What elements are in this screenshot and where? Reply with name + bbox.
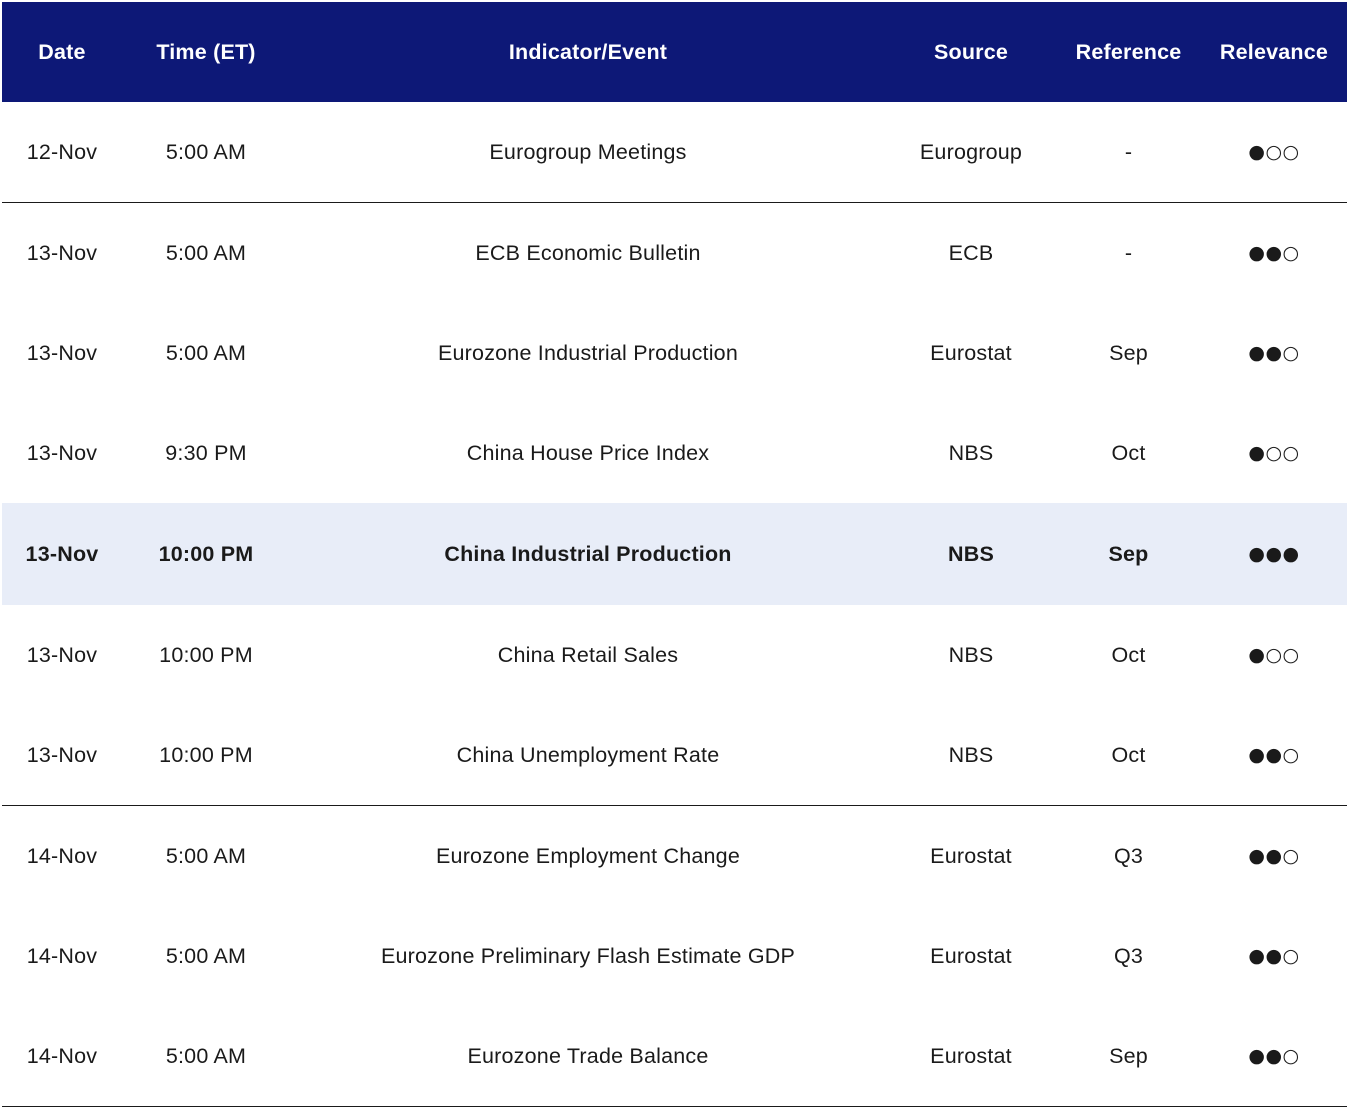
source-cell: Eurostat bbox=[930, 340, 1012, 365]
event-cell: ECB Economic Bulletin bbox=[475, 240, 701, 265]
source-cell: Eurostat bbox=[930, 943, 1012, 968]
date-cell: 13-Nov bbox=[26, 642, 98, 667]
table-row: 13-Nov 5:00 AM Eurozone Industrial Produ… bbox=[2, 303, 1347, 403]
table-row: 13-Nov 9:30 PM China House Price Index N… bbox=[2, 403, 1347, 503]
economic-calendar-table: Date Time (ET) Indicator/Event Source Re… bbox=[2, 2, 1347, 1107]
time-cell: 5:00 AM bbox=[165, 340, 247, 365]
event-cell: Eurozone Preliminary Flash Estimate GDP bbox=[380, 943, 796, 968]
table-row: 12-Nov 5:00 AM Eurogroup Meetings Eurogr… bbox=[2, 102, 1347, 203]
reference-cell: - bbox=[1124, 139, 1133, 164]
relevance-dots: ●●○ bbox=[1248, 1045, 1300, 1067]
event-cell: Eurogroup Meetings bbox=[489, 139, 687, 164]
reference-cell: Q3 bbox=[1113, 843, 1144, 868]
column-header-relevance: Relevance bbox=[1219, 39, 1329, 64]
relevance-dots: ●●○ bbox=[1248, 845, 1300, 867]
relevance-dots: ●○○ bbox=[1248, 442, 1300, 464]
date-cell: 12-Nov bbox=[26, 139, 98, 164]
time-cell: 10:00 PM bbox=[158, 541, 254, 566]
date-cell: 13-Nov bbox=[26, 742, 98, 767]
relevance-dots: ●●○ bbox=[1248, 342, 1300, 364]
date-cell: 13-Nov bbox=[25, 541, 99, 566]
source-cell: NBS bbox=[948, 742, 994, 767]
table-row: 13-Nov 5:00 AM ECB Economic Bulletin ECB… bbox=[2, 203, 1347, 303]
time-cell: 10:00 PM bbox=[159, 642, 253, 667]
source-cell: Eurogroup bbox=[919, 139, 1023, 164]
column-header-time: Time (ET) bbox=[156, 39, 256, 64]
source-cell: NBS bbox=[948, 440, 994, 465]
event-cell: China Retail Sales bbox=[497, 642, 679, 667]
date-cell: 14-Nov bbox=[26, 1043, 98, 1068]
table-row: 14-Nov 5:00 AM Eurozone Trade Balance Eu… bbox=[2, 1006, 1347, 1107]
time-cell: 5:00 AM bbox=[165, 139, 247, 164]
event-cell: China House Price Index bbox=[466, 440, 710, 465]
column-header-source: Source bbox=[933, 39, 1009, 64]
source-cell: Eurostat bbox=[930, 843, 1012, 868]
date-cell: 14-Nov bbox=[26, 943, 98, 968]
event-cell: China Industrial Production bbox=[444, 541, 732, 566]
event-cell: Eurozone Trade Balance bbox=[467, 1043, 709, 1068]
event-cell: Eurozone Industrial Production bbox=[437, 340, 738, 365]
date-cell: 13-Nov bbox=[26, 340, 98, 365]
time-cell: 5:00 AM bbox=[165, 240, 247, 265]
table-row: 13-Nov 10:00 PM China Unemployment Rate … bbox=[2, 705, 1347, 806]
reference-cell: Sep bbox=[1109, 340, 1148, 365]
time-cell: 10:00 PM bbox=[159, 742, 253, 767]
time-cell: 5:00 AM bbox=[165, 843, 247, 868]
reference-cell: - bbox=[1124, 240, 1133, 265]
relevance-dots: ●○○ bbox=[1248, 644, 1300, 666]
relevance-dots: ●●○ bbox=[1248, 744, 1300, 766]
table-row: 13-Nov 10:00 PM China Retail Sales NBS O… bbox=[2, 605, 1347, 705]
source-cell: NBS bbox=[948, 541, 994, 566]
time-cell: 9:30 PM bbox=[165, 440, 247, 465]
reference-cell: Oct bbox=[1111, 742, 1146, 767]
date-cell: 13-Nov bbox=[26, 440, 98, 465]
reference-cell: Sep bbox=[1108, 541, 1149, 566]
reference-cell: Sep bbox=[1109, 1043, 1148, 1068]
relevance-dots: ●●○ bbox=[1248, 945, 1300, 967]
relevance-dots: ●●● bbox=[1248, 543, 1300, 565]
column-header-reference: Reference bbox=[1075, 39, 1182, 64]
reference-cell: Oct bbox=[1111, 642, 1146, 667]
time-cell: 5:00 AM bbox=[165, 943, 247, 968]
highlighted-table-row: 13-Nov 10:00 PM China Industrial Product… bbox=[2, 503, 1347, 605]
date-cell: 14-Nov bbox=[26, 843, 98, 868]
time-cell: 5:00 AM bbox=[165, 1043, 247, 1068]
reference-cell: Oct bbox=[1111, 440, 1146, 465]
table-header: Date Time (ET) Indicator/Event Source Re… bbox=[2, 2, 1347, 102]
reference-cell: Q3 bbox=[1113, 943, 1144, 968]
event-cell: China Unemployment Rate bbox=[456, 742, 720, 767]
event-cell: Eurozone Employment Change bbox=[436, 843, 740, 868]
date-cell: 13-Nov bbox=[26, 240, 98, 265]
column-header-date: Date bbox=[38, 39, 86, 64]
relevance-dots: ●○○ bbox=[1248, 141, 1300, 163]
column-header-event: Indicator/Event bbox=[508, 39, 668, 64]
relevance-dots: ●●○ bbox=[1248, 242, 1300, 264]
source-cell: ECB bbox=[948, 240, 994, 265]
table-row: 14-Nov 5:00 AM Eurozone Employment Chang… bbox=[2, 806, 1347, 906]
source-cell: NBS bbox=[948, 642, 994, 667]
table-row: 14-Nov 5:00 AM Eurozone Preliminary Flas… bbox=[2, 906, 1347, 1006]
source-cell: Eurostat bbox=[930, 1043, 1012, 1068]
